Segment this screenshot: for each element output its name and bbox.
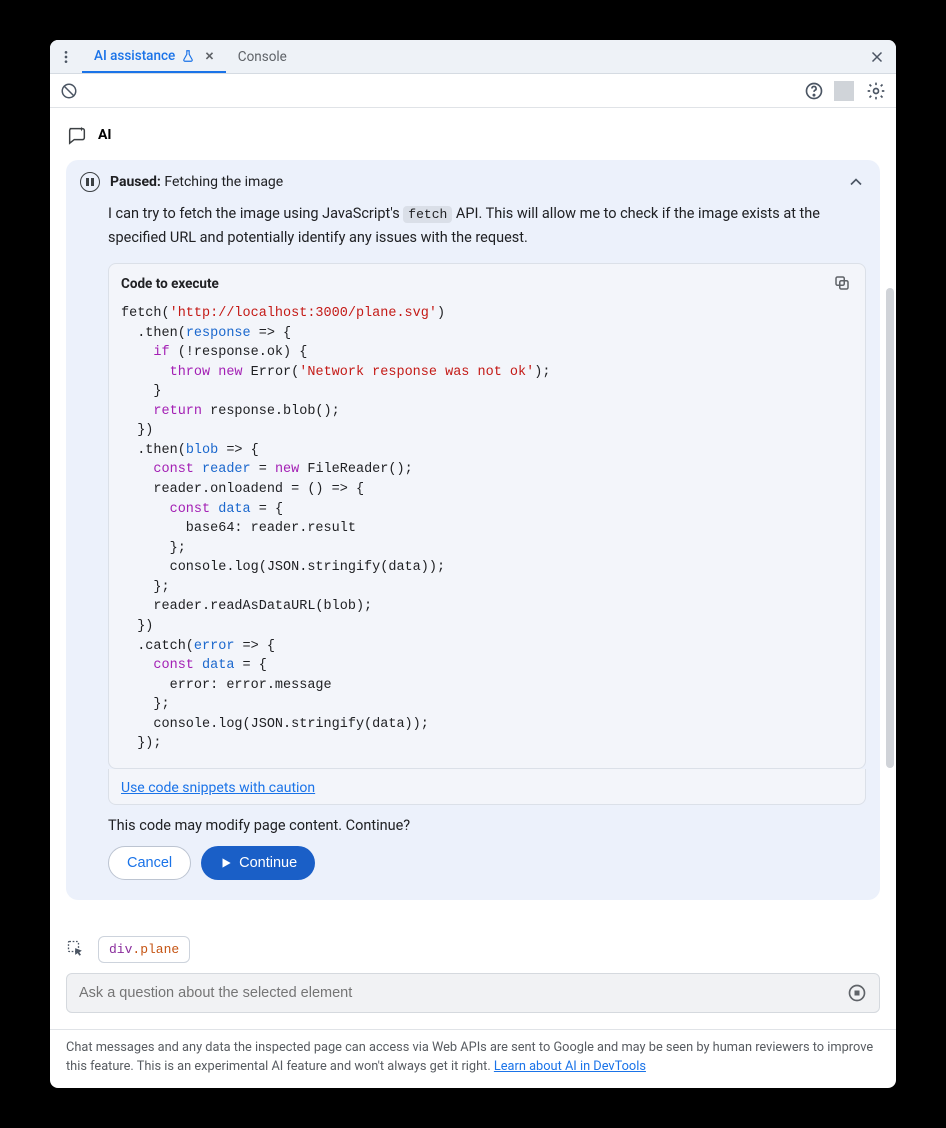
status-message: Fetching the image [164, 174, 283, 190]
ai-chat-icon [66, 124, 88, 146]
tab-label: AI assistance [94, 48, 175, 64]
help-icon[interactable] [804, 81, 824, 101]
tab-ai-assistance[interactable]: AI assistance × [82, 40, 226, 73]
prompt-input[interactable] [66, 973, 880, 1013]
scrollbar-thumb[interactable] [886, 288, 894, 768]
tab-label: Console [238, 49, 287, 65]
element-class: .plane [132, 942, 179, 957]
stop-icon[interactable] [847, 983, 867, 1003]
clear-icon[interactable] [60, 82, 78, 100]
close-panel-icon[interactable] [864, 44, 890, 70]
explanation-text: I can try to fetch the image using JavaS… [80, 192, 866, 249]
ai-label: AI [98, 127, 112, 143]
button-row: Cancel Continue [108, 846, 866, 880]
ai-header: AI [66, 124, 880, 146]
prompt-field[interactable] [79, 985, 847, 1001]
content-area: AI Paused: Fetching the image I can try … [50, 108, 896, 1029]
close-tab-icon[interactable]: × [205, 46, 214, 65]
inspect-icon[interactable] [66, 939, 86, 959]
code-content: fetch('http://localhost:3000/plane.svg')… [109, 300, 865, 768]
element-tag: div [109, 942, 132, 957]
status-prefix: Paused: [110, 174, 161, 190]
play-icon [219, 856, 233, 870]
inline-code: fetch [403, 206, 452, 223]
element-selector-row: div.plane [66, 936, 880, 963]
devtools-panel: AI assistance × Console [50, 40, 896, 1088]
code-title: Code to execute [121, 276, 219, 292]
response-card: Paused: Fetching the image I can try to … [66, 160, 880, 900]
code-block: Code to execute fetch('http://localhost:… [108, 263, 866, 769]
tab-bar: AI assistance × Console [50, 40, 896, 74]
confirm-text: This code may modify page content. Conti… [108, 817, 866, 834]
learn-more-link[interactable]: Learn about AI in DevTools [494, 1059, 646, 1074]
divider [834, 81, 854, 101]
pause-icon [80, 172, 100, 192]
flask-icon [181, 49, 195, 63]
card-header: Paused: Fetching the image [80, 172, 866, 192]
status-text: Paused: Fetching the image [110, 174, 836, 190]
more-menu-icon[interactable] [56, 47, 76, 67]
footer-disclaimer: Chat messages and any data the inspected… [50, 1029, 896, 1088]
cancel-button[interactable]: Cancel [108, 846, 191, 880]
continue-button[interactable]: Continue [201, 846, 315, 880]
caution-bar: Use code snippets with caution [108, 769, 866, 805]
element-chip[interactable]: div.plane [98, 936, 190, 963]
collapse-icon[interactable] [846, 172, 866, 192]
copy-icon[interactable] [833, 274, 853, 294]
caution-link[interactable]: Use code snippets with caution [121, 780, 315, 796]
toolbar [50, 74, 896, 108]
tab-console[interactable]: Console [226, 40, 299, 73]
settings-icon[interactable] [866, 81, 886, 101]
